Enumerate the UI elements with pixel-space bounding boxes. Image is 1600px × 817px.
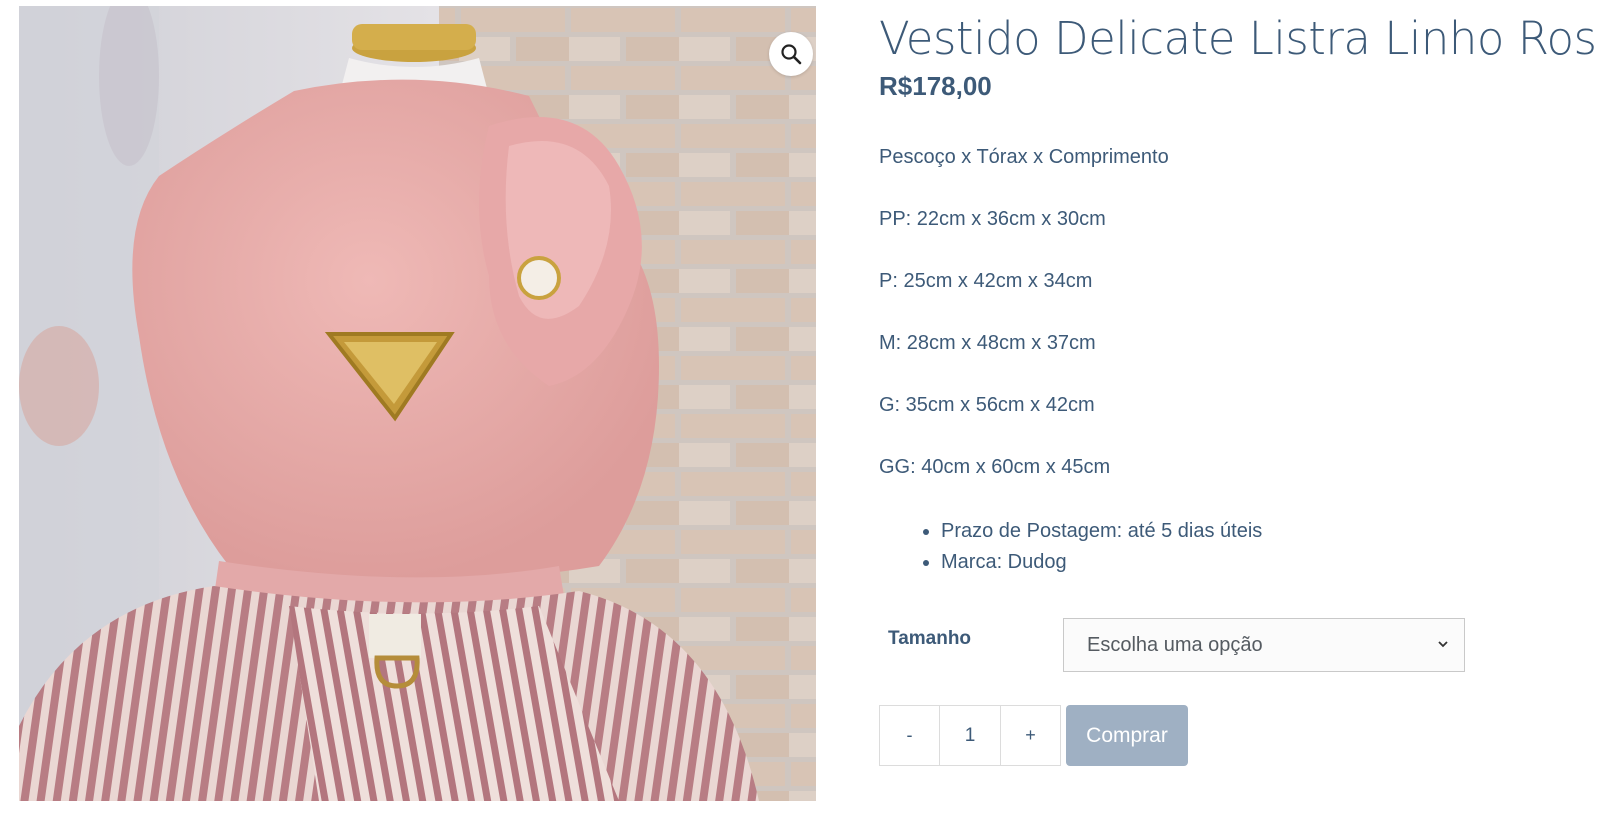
size-label: Tamanho — [888, 628, 972, 649]
product-image[interactable] — [19, 6, 816, 801]
description-bullet: Marca: Dudog — [941, 547, 1594, 578]
product-description: Pescoço x Tórax x Comprimento PP: 22cm x… — [879, 144, 1594, 578]
product-summary: Vestido Delicate Listra Linho Rose R$178… — [879, 0, 1600, 766]
product-title: Vestido Delicate Listra Linho Rose — [879, 12, 1600, 65]
description-bullet-list: Prazo de Postagem: até 5 dias úteis Marc… — [879, 516, 1594, 578]
magnifier-icon — [781, 44, 802, 65]
product-page: Vestido Delicate Listra Linho Rose R$178… — [0, 0, 1600, 817]
description-paragraph: P: 25cm x 42cm x 34cm — [879, 270, 1093, 292]
description-paragraph: PP: 22cm x 36cm x 30cm — [879, 208, 1106, 230]
size-select[interactable]: Escolha uma opção — [1063, 618, 1465, 672]
variations-row: Tamanho Escolha uma opção — [879, 618, 1579, 676]
description-paragraph: G: 35cm x 56cm x 42cm — [879, 394, 1095, 416]
description-paragraph: GG: 40cm x 60cm x 45cm — [879, 456, 1111, 478]
chevron-down-icon — [1438, 641, 1448, 648]
quantity-stepper: - 1 + — [879, 705, 1061, 766]
buy-button[interactable]: Comprar — [1066, 705, 1188, 766]
quantity-decrease-button[interactable]: - — [880, 706, 940, 765]
description-paragraph: Pescoço x Tórax x Comprimento — [879, 146, 1169, 168]
product-price: R$178,00 — [879, 71, 992, 101]
size-select-value: Escolha uma opção — [1087, 633, 1263, 656]
quantity-input[interactable]: 1 — [940, 706, 1001, 765]
zoom-button[interactable] — [769, 32, 813, 76]
description-bullet: Prazo de Postagem: até 5 dias úteis — [941, 516, 1594, 547]
quantity-increase-button[interactable]: + — [1001, 706, 1060, 765]
description-paragraph: M: 28cm x 48cm x 37cm — [879, 332, 1096, 354]
dress-photo — [19, 6, 816, 801]
